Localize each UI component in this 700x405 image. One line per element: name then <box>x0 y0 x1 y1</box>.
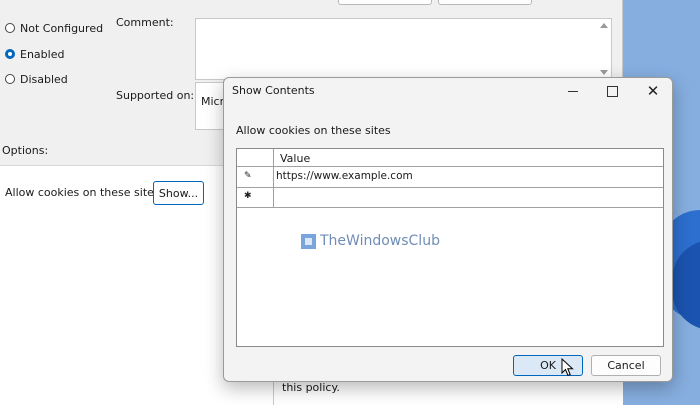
minimize-icon <box>568 90 578 92</box>
scroll-up-icon[interactable] <box>600 23 608 28</box>
radio-label: Enabled <box>20 47 65 61</box>
radio-not-configured[interactable]: Not Configured <box>5 20 103 36</box>
comment-textarea[interactable] <box>195 18 612 80</box>
radio-label: Not Configured <box>20 21 104 35</box>
next-setting-button[interactable] <box>438 0 532 5</box>
show-contents-dialog: Show Contents ✕ Allow cookies on these s… <box>223 77 673 382</box>
value-cell-empty[interactable] <box>276 191 656 205</box>
maximize-button[interactable] <box>593 78 631 104</box>
radio-circle <box>5 74 15 84</box>
close-button[interactable]: ✕ <box>634 78 672 104</box>
grid-line <box>273 149 274 208</box>
edit-row-icon: ✎ <box>244 171 252 181</box>
watermark-logo-icon <box>301 233 316 249</box>
value-column-header[interactable]: Value <box>280 152 310 165</box>
scroll-down-icon[interactable] <box>600 70 608 75</box>
mouse-cursor-icon <box>561 358 574 377</box>
option-item-label: Allow cookies on these sites <box>5 186 160 199</box>
radio-circle-selected <box>5 49 15 59</box>
supported-on-label: Supported on: <box>116 89 195 102</box>
maximize-icon <box>606 85 618 97</box>
dialog-title: Show Contents <box>232 84 315 97</box>
radio-label: Disabled <box>20 72 68 86</box>
grid-line <box>237 166 663 167</box>
grid-line <box>237 187 663 188</box>
radio-circle <box>5 23 15 33</box>
value-cell[interactable]: https://www.example.com <box>276 170 413 182</box>
value-grid[interactable]: Value ✎ https://www.example.com ✱ TheWin… <box>236 148 664 347</box>
radio-disabled[interactable]: Disabled <box>5 71 68 87</box>
watermark: TheWindowsClub <box>301 233 440 249</box>
radio-enabled[interactable]: Enabled <box>5 46 64 62</box>
new-row-icon: ✱ <box>244 191 252 201</box>
cancel-button[interactable]: Cancel <box>591 355 661 376</box>
minimize-button[interactable] <box>554 78 592 104</box>
watermark-text: TheWindowsClub <box>320 233 440 249</box>
comment-label: Comment: <box>116 16 174 29</box>
list-label: Allow cookies on these sites <box>236 124 391 137</box>
options-label: Options: <box>2 144 49 157</box>
previous-setting-button[interactable] <box>338 0 432 5</box>
help-text: this policy. <box>282 381 340 394</box>
grid-line <box>237 207 663 208</box>
show-button[interactable]: Show... <box>153 181 204 205</box>
close-icon: ✕ <box>646 81 660 100</box>
